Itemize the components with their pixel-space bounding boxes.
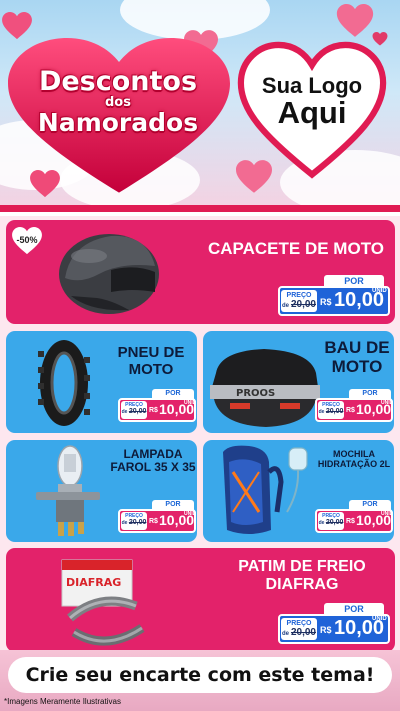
headlight-bulb-icon [36,445,100,536]
tire-icon [38,340,90,426]
discount-badge: -50% [16,235,38,245]
old-price-value: 20,00 [128,519,147,526]
brand-label: DIAFRAG [66,576,121,589]
header-banner: Descontos dos Namorados Sua Logo Aqui [0,0,400,205]
heart-icon [336,4,374,37]
price-de-label: de [121,409,128,415]
cta-button[interactable]: Crie seu encarte com este tema! [8,657,392,693]
currency-label: R$ [149,518,158,525]
product-card-pneu[interactable]: PNEU DE MOTO POR PREÇO de 20,00 R$ 10,00… [6,331,197,433]
heart-icon [2,12,32,40]
helmet-icon [59,234,159,314]
hydration-backpack-icon [223,445,308,534]
old-price: PREÇO de 20,00 [281,290,317,312]
price-tag: POR PREÇO de 20,00 R$ 10,00 UNID [118,389,196,425]
price-de-label: de [121,520,128,526]
old-price-value: 20,00 [128,408,147,415]
product-card-mochila[interactable]: MOCHILA HIDRATAÇÃO 2L POR PREÇO de 20,00… [203,440,394,542]
logo-placeholder: Sua Logo Aqui [232,74,392,130]
price-de-label: de [318,520,325,526]
brand-label: PROOS [236,388,275,399]
product-name: PNEU DE MOTO [117,344,185,378]
old-price: PREÇO de 20,00 [121,512,147,530]
product-name: CAPACETE DE MOTO [208,239,384,258]
logo-line: Aqui [277,95,347,131]
product-card-capacete[interactable]: CAPACETE DE MOTO POR PREÇO de 20,00 R$ 1… [6,220,395,324]
currency-label: R$ [320,625,332,635]
price-tag: POR PREÇO de 20,00 R$ 10,00 UNID [315,389,393,425]
product-name: LAMPADA FAROL 35 X 35 [110,447,196,475]
price-de-label: de [282,303,290,309]
price-tag: POR PREÇO de 20,00 R$ 10,00 UNID [278,275,390,319]
product-card-bau[interactable]: PROOS BAU DE MOTO POR PREÇO de 20,00 R$ … [203,331,394,433]
unit-label: UNID [184,400,197,406]
old-price: PREÇO de 20,00 [318,401,344,419]
top-case-icon: PROOS [210,349,320,427]
price-preco-label: PREÇO [286,292,312,299]
currency-label: R$ [346,518,355,525]
unit-label: UNID [372,616,387,622]
product-name: PATIM DE FREIO DIAFRAG [238,558,366,593]
old-price: PREÇO de 20,00 [281,618,317,640]
footnote: *Imagens Meramente Ilustrativas [4,697,121,706]
unit-label: UNID [381,400,394,406]
old-price-value: 20,00 [290,627,316,638]
old-price-value: 20,00 [325,519,344,526]
product-name: MOCHILA HIDRATAÇÃO 2L [317,449,391,469]
brake-shoe-icon: DIAFRAG [61,559,145,646]
currency-label: R$ [346,407,355,414]
logo-line: Sua Logo [261,73,363,98]
currency-label: R$ [149,407,158,414]
unit-label: UNID [381,511,394,517]
price-de-label: de [318,409,325,415]
product-card-patim[interactable]: DIAFRAG PATIM DE FREIO DIAFRAG POR PREÇO… [6,548,395,652]
currency-label: R$ [320,297,332,307]
title-line: Descontos [38,66,198,97]
price-tag: POR PREÇO de 20,00 R$ 10,00 UNID [278,603,390,647]
divider-stripe [0,205,400,212]
banner-title: Descontos dos Namorados [0,68,236,135]
unit-label: UNID [184,511,197,517]
price-tag: POR PREÇO de 20,00 R$ 10,00 UNID [118,500,196,536]
old-price-value: 20,00 [290,299,316,310]
price-tag: POR PREÇO de 20,00 R$ 10,00 UNID [315,500,393,536]
divider-stripe [0,212,400,216]
product-card-lampada[interactable]: LAMPADA FAROL 35 X 35 POR PREÇO de 20,00… [6,440,197,542]
unit-label: UNID [372,288,387,294]
old-price: PREÇO de 20,00 [121,401,147,419]
price-preco-label: PREÇO [286,620,312,627]
product-name: BAU DE MOTO [324,338,390,376]
title-line: Namorados [37,108,199,137]
price-de-label: de [282,631,290,637]
old-price: PREÇO de 20,00 [318,512,344,530]
old-price-value: 20,00 [325,408,344,415]
